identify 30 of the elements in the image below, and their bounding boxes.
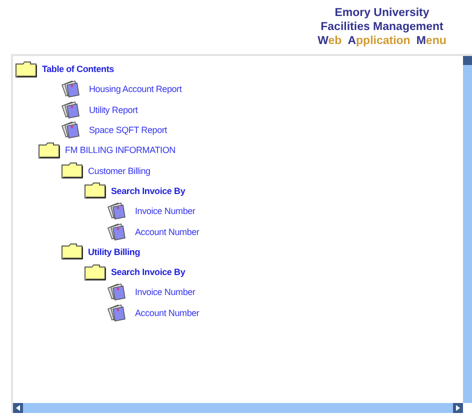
report-link[interactable]: Invoice Number (135, 206, 196, 216)
folder-link[interactable]: Customer Billing (88, 166, 150, 176)
menu-title-word: Menu (416, 34, 446, 48)
report-link[interactable]: Housing Account Report (89, 84, 182, 94)
header-title: Emory University (334, 6, 430, 20)
scroll-left-button[interactable] (13, 403, 23, 413)
folder-icon (61, 243, 83, 260)
folder-icon (15, 60, 37, 78)
vertical-scrollbar[interactable] (463, 56, 472, 403)
folder-link[interactable]: Search Invoice By (111, 186, 186, 196)
menu-title-word: Web (318, 34, 342, 48)
report-link[interactable]: Utility Report (89, 104, 138, 115)
header-title: Facilities Management (320, 20, 444, 34)
report-link[interactable]: Account Number (135, 226, 200, 237)
report-link[interactable]: Invoice Number (135, 287, 196, 298)
report-link[interactable]: Space SQFT Report (89, 125, 167, 136)
right-arrow-icon (456, 405, 460, 411)
report-link[interactable]: Account Number (135, 308, 200, 318)
left-arrow-icon (16, 405, 20, 411)
folder-icon (38, 142, 60, 159)
horizontal-scrollbar[interactable] (13, 403, 463, 413)
folder-icon (84, 182, 106, 200)
folder-link[interactable]: Search Invoice By (111, 267, 186, 278)
folder-link[interactable]: FM BILLING INFORMATION (65, 145, 176, 156)
folder-link[interactable]: Table of Contents (42, 64, 114, 74)
scroll-right-button[interactable] (453, 403, 463, 413)
folder-icon (61, 162, 83, 180)
folder-link[interactable]: Utility Billing (88, 246, 140, 257)
menu-title-word: Application (348, 34, 410, 48)
folder-icon (84, 264, 106, 281)
